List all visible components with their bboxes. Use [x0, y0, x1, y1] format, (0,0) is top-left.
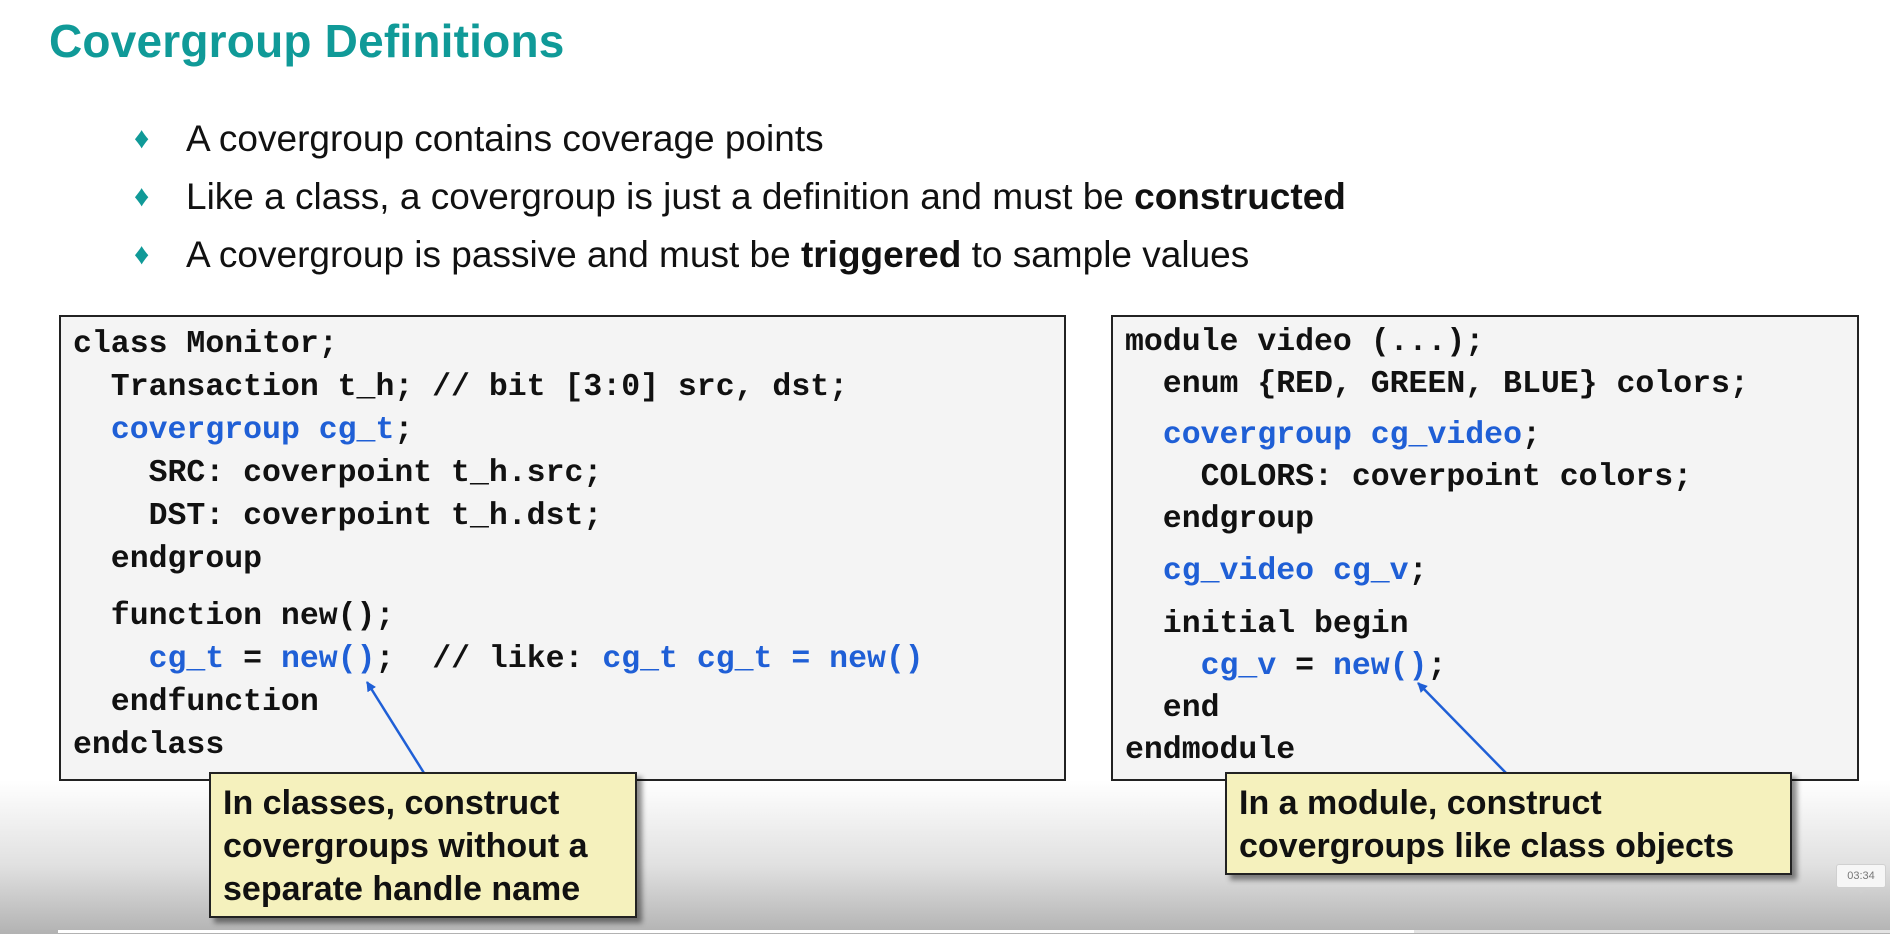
code-line: initial begin	[1125, 607, 1409, 642]
code-line: endclass	[73, 728, 225, 763]
diamond-bullet-icon: ♦	[134, 122, 150, 155]
video-progress-fill	[58, 930, 1414, 933]
callout-line: covergroups without a	[223, 827, 588, 865]
code-line: endgroup	[1125, 502, 1315, 537]
code-line: SRC: coverpoint t_h.src;	[73, 456, 603, 491]
module-construct-callout: In a module, construct covergroups like c…	[1225, 772, 1792, 875]
code-line: Transaction t_h; // bit [3:0] src, dst;	[73, 370, 849, 405]
diamond-bullet-icon: ♦	[134, 238, 150, 271]
bullet-text: A covergroup contains coverage points	[186, 118, 824, 159]
diamond-bullet-icon: ♦	[134, 180, 150, 213]
code-line: cg_t = new(); // like: cg_t cg_t = new()	[148, 642, 924, 677]
bullet-text: A covergroup is passive and must be trig…	[186, 234, 1250, 275]
code-line: function new();	[73, 599, 395, 634]
video-progress-bar[interactable]	[58, 930, 1890, 933]
code-line: endmodule	[1125, 733, 1296, 768]
code-line: class Monitor;	[73, 327, 338, 362]
callout-line: covergroups like class objects	[1239, 827, 1735, 865]
bullet-text: Like a class, a covergroup is just a def…	[186, 176, 1346, 217]
class-construct-callout: In classes, construct covergroups without…	[209, 772, 637, 918]
code-line: module video (...);	[1125, 325, 1485, 360]
code-line: enum {RED, GREEN, BLUE} colors;	[1125, 367, 1749, 402]
slide-title: Covergroup Definitions	[49, 15, 565, 67]
code-line: endgroup	[73, 542, 263, 577]
code-line: COLORS: coverpoint colors;	[1125, 460, 1693, 495]
video-timestamp[interactable]: 03:34	[1836, 864, 1886, 894]
code-line: end	[1125, 691, 1220, 726]
code-line: cg_video cg_v;	[1162, 554, 1428, 589]
callout-line: In a module, construct	[1239, 784, 1602, 822]
code-line: covergroup cg_video;	[1162, 418, 1541, 453]
class-code-box: class Monitor; Transaction t_h; // bit […	[59, 315, 1066, 781]
callout-line: In classes, construct	[223, 784, 560, 822]
module-code-box: module video (...); enum {RED, GREEN, BL…	[1111, 315, 1859, 781]
code-line: endfunction	[73, 685, 319, 720]
code-line: covergroup cg_t;	[110, 413, 414, 448]
code-line: DST: coverpoint t_h.dst;	[73, 499, 603, 534]
callout-line: separate handle name	[223, 870, 581, 908]
code-line: cg_v = new();	[1200, 649, 1447, 684]
